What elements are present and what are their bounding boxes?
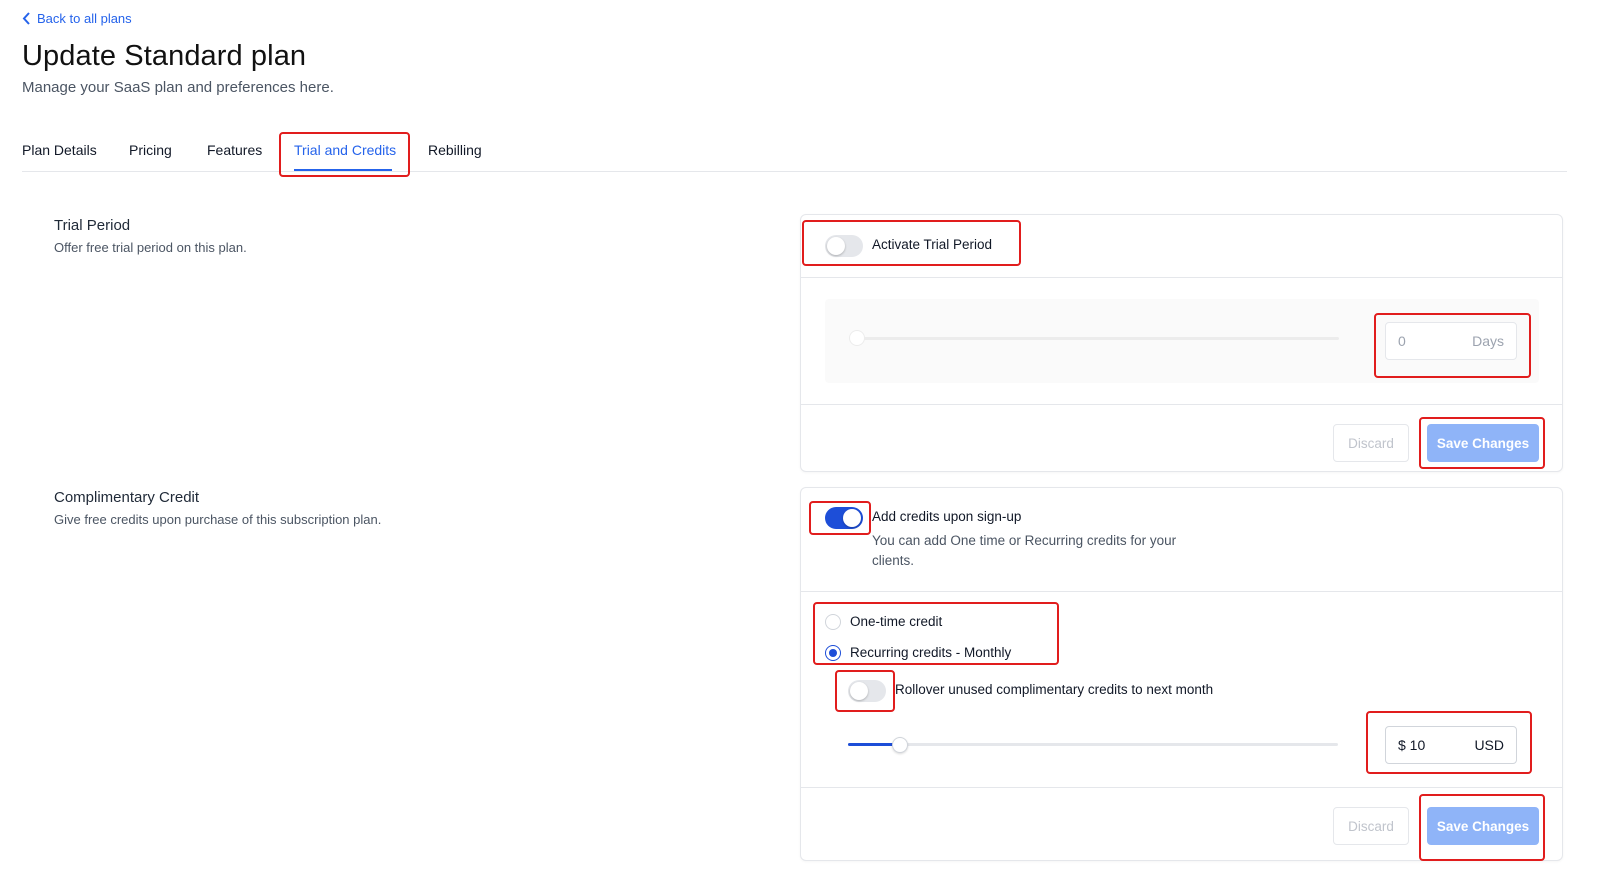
rollover-credits-toggle[interactable]	[848, 680, 886, 702]
card-divider	[801, 277, 1562, 278]
credit-section-description: Give free credits upon purchase of this …	[54, 512, 382, 527]
trial-days-slider-thumb[interactable]	[849, 330, 865, 346]
active-tab-indicator	[294, 169, 392, 171]
card-divider	[801, 787, 1562, 788]
trial-period-card: Activate Trial Period 0 Days Discard Sav…	[800, 214, 1563, 472]
back-link-label: Back to all plans	[37, 11, 132, 26]
card-divider	[801, 404, 1562, 405]
toggle-knob	[850, 682, 868, 700]
credit-save-changes-button[interactable]: Save Changes	[1427, 807, 1539, 845]
trial-days-slider-track[interactable]	[849, 337, 1339, 340]
add-credits-toggle[interactable]	[825, 507, 863, 529]
credit-amount-unit: USD	[1474, 737, 1504, 753]
trial-days-input[interactable]: 0 Days	[1385, 322, 1517, 360]
tab-features[interactable]: Features	[207, 142, 262, 158]
trial-section-title: Trial Period	[54, 217, 131, 234]
one-time-credit-radio[interactable]	[825, 614, 841, 630]
page-subtitle: Manage your SaaS plan and preferences he…	[22, 79, 334, 96]
credit-discard-button[interactable]: Discard	[1333, 807, 1409, 845]
back-to-plans-link[interactable]: Back to all plans	[22, 11, 132, 26]
tab-bar: Plan Details Pricing Features Trial and …	[22, 130, 1567, 172]
one-time-credit-label: One-time credit	[850, 614, 943, 629]
toggle-knob	[827, 237, 845, 255]
credit-section-title: Complimentary Credit	[54, 489, 200, 506]
tab-rebilling[interactable]: Rebilling	[428, 142, 482, 158]
trial-days-value: 0	[1398, 333, 1406, 349]
trial-discard-button[interactable]: Discard	[1333, 424, 1409, 462]
page-title: Update Standard plan	[22, 40, 307, 72]
trial-toggle-label: Activate Trial Period	[872, 237, 993, 252]
credit-amount-input[interactable]: $ 10 USD	[1385, 726, 1517, 764]
tab-pricing[interactable]: Pricing	[129, 142, 172, 158]
add-credits-help-text: You can add One time or Recurring credit…	[872, 533, 1177, 568]
tab-trial-and-credits[interactable]: Trial and Credits	[294, 142, 396, 158]
tab-plan-details[interactable]: Plan Details	[22, 142, 97, 158]
trial-save-changes-button[interactable]: Save Changes	[1427, 424, 1539, 462]
card-divider	[801, 591, 1562, 592]
rollover-credits-label: Rollover unused complimentary credits to…	[895, 682, 1214, 697]
add-credits-label: Add credits upon sign-up	[872, 509, 1022, 524]
recurring-credits-radio[interactable]	[825, 645, 841, 661]
trial-section-description: Offer free trial period on this plan.	[54, 240, 247, 255]
credit-amount-slider-track[interactable]	[848, 743, 1338, 746]
toggle-knob	[843, 509, 861, 527]
trial-period-toggle[interactable]	[825, 235, 863, 257]
recurring-credits-label: Recurring credits - Monthly	[850, 645, 1012, 660]
chevron-left-icon	[22, 12, 30, 25]
trial-days-unit: Days	[1472, 333, 1504, 349]
trial-days-panel: 0 Days	[825, 299, 1539, 383]
credit-amount-value: $ 10	[1398, 737, 1426, 753]
credit-amount-slider-thumb[interactable]	[892, 737, 908, 753]
complimentary-credit-card: Add credits upon sign-up You can add One…	[800, 487, 1563, 861]
